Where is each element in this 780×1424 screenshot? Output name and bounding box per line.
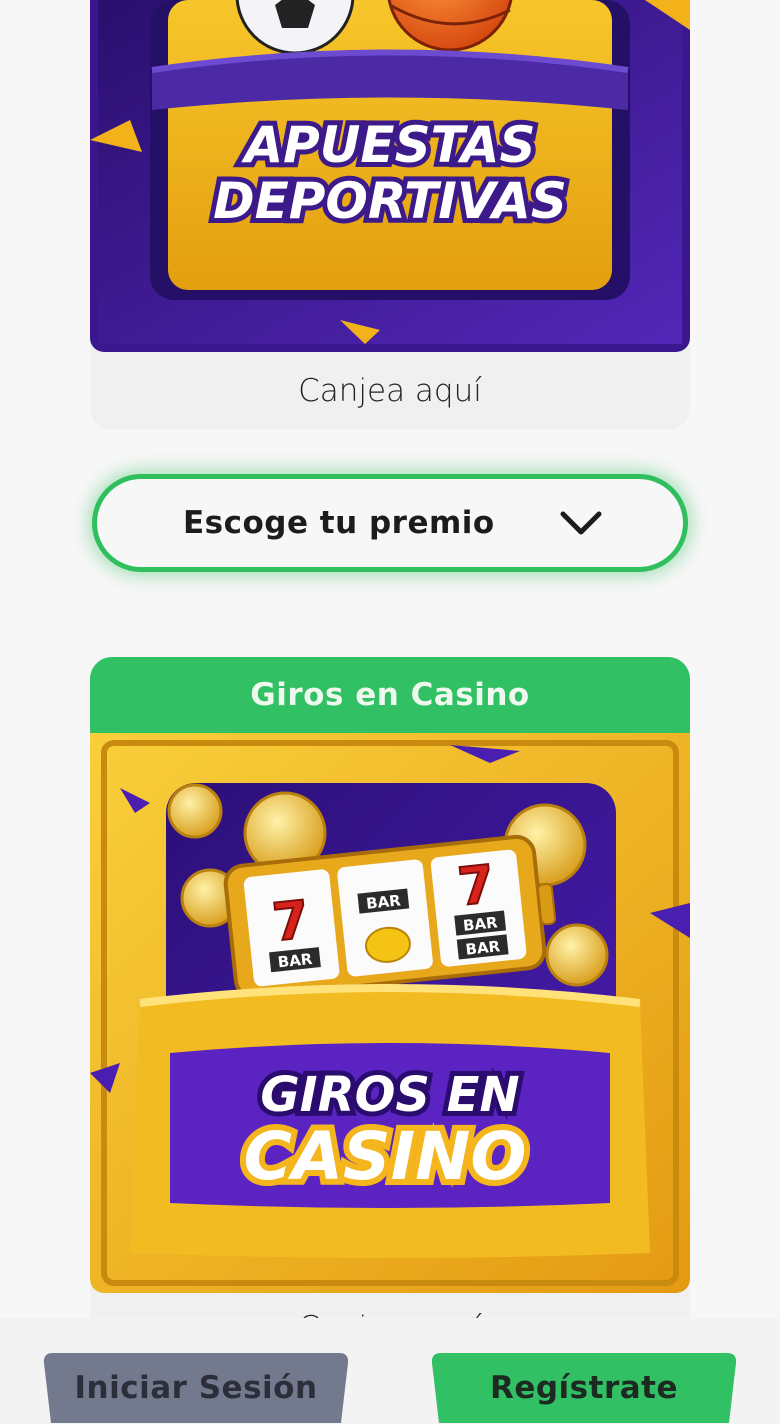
sports-betting-banner[interactable]: APUESTAS DEPORTIVAS	[90, 0, 690, 352]
reel-symbol: BAR	[277, 950, 314, 972]
reel-symbol: 7	[455, 855, 497, 918]
reel-symbol: BAR	[365, 891, 402, 913]
register-button[interactable]: Regístrate	[431, 1353, 737, 1423]
reel-symbol: 7	[270, 890, 312, 953]
casino-spins-banner[interactable]: 7 BAR BAR 7 BAR BAR GIROS EN CASINO	[90, 733, 690, 1293]
casino-spins-image: 7 BAR BAR 7 BAR BAR GIROS EN CASINO	[90, 733, 690, 1293]
prize-select-dropdown[interactable]: Escoge tu premio	[92, 474, 688, 572]
login-button[interactable]: Iniciar Sesión	[43, 1353, 349, 1423]
prize-select-label: Escoge tu premio	[183, 505, 495, 541]
sports-redeem-link[interactable]: Canjea aquí	[90, 352, 690, 430]
sports-betting-image: APUESTAS DEPORTIVAS	[90, 0, 690, 352]
reel-symbol: BAR	[462, 913, 499, 935]
casino-spins-card[interactable]: Giros en Casino 7 BAR BAR 7 BAR BAR GIRO…	[90, 657, 690, 1357]
login-button-label: Iniciar Sesión	[74, 1370, 318, 1406]
chevron-down-icon	[560, 511, 602, 535]
casino-banner-title-line1: GIROS EN	[260, 1067, 519, 1123]
sports-banner-title-line1: APUESTAS	[240, 116, 535, 174]
casino-banner-title-line2: CASINO	[244, 1118, 527, 1195]
register-button-label: Regístrate	[489, 1370, 679, 1406]
sports-banner-title-line2: DEPORTIVAS	[213, 172, 567, 230]
casino-card-title: Giros en Casino	[90, 657, 690, 733]
reel-symbol: BAR	[465, 937, 502, 959]
sports-betting-card[interactable]: APUESTAS DEPORTIVAS Canjea aquí	[90, 0, 690, 430]
